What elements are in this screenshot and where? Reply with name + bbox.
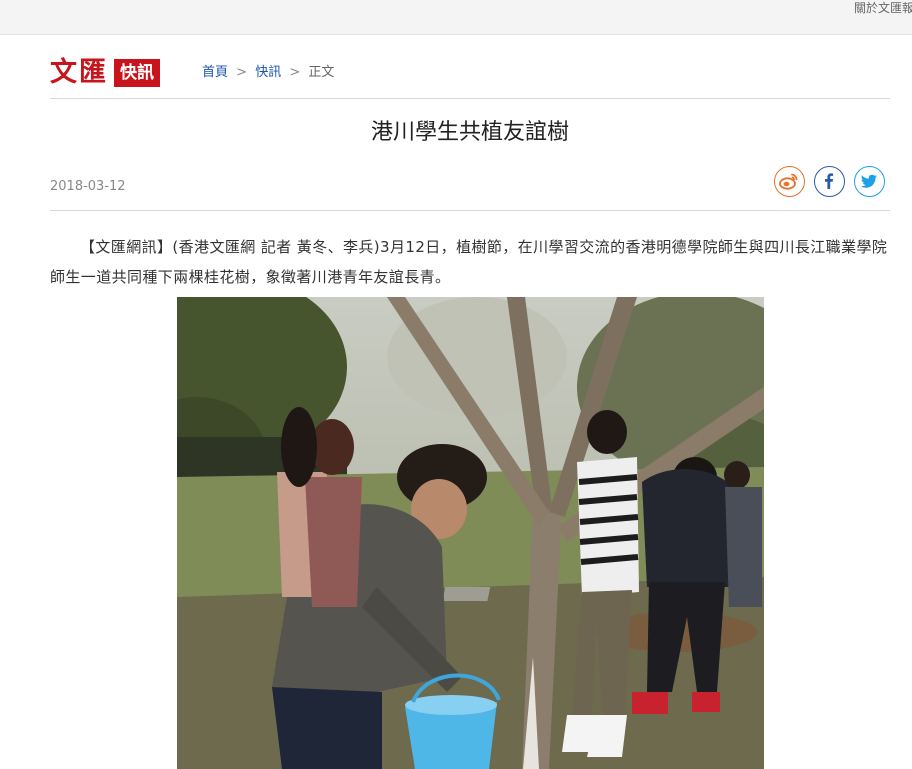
about-link[interactable]: 關於文匯報 xyxy=(854,0,912,17)
breadcrumb-separator: > xyxy=(289,65,301,80)
article-body: 【文匯網訊】(香港文匯網 記者 黃冬、李兵)3月12日，植樹節，在川學習交流的香… xyxy=(50,238,888,286)
top-bar: 關於文匯報 xyxy=(0,0,912,35)
breadcrumb-home[interactable]: 首頁 xyxy=(202,65,228,80)
breadcrumb-current: 正文 xyxy=(308,65,335,80)
facebook-icon xyxy=(825,173,834,189)
article-date: 2018-03-12 xyxy=(50,179,126,194)
share-twitter-button[interactable] xyxy=(854,166,885,197)
share-weibo-button[interactable] xyxy=(774,166,805,197)
logo-text: 文匯 xyxy=(50,57,108,88)
header-divider xyxy=(50,98,890,99)
share-facebook-button[interactable] xyxy=(814,166,845,197)
breadcrumb: 首頁 > 快訊 > 正文 xyxy=(202,64,334,82)
weibo-icon xyxy=(779,173,798,190)
site-logo[interactable]: 文匯 快訊 xyxy=(50,58,160,88)
breadcrumb-section[interactable]: 快訊 xyxy=(255,65,281,80)
twitter-icon xyxy=(860,174,877,188)
breadcrumb-separator: > xyxy=(236,65,248,80)
article-photo xyxy=(177,297,764,769)
meta-divider xyxy=(50,210,890,211)
logo-section-badge: 快訊 xyxy=(114,59,160,87)
article-title: 港川學生共植友誼樹 xyxy=(370,120,569,145)
tree-planting-photo xyxy=(177,297,764,769)
